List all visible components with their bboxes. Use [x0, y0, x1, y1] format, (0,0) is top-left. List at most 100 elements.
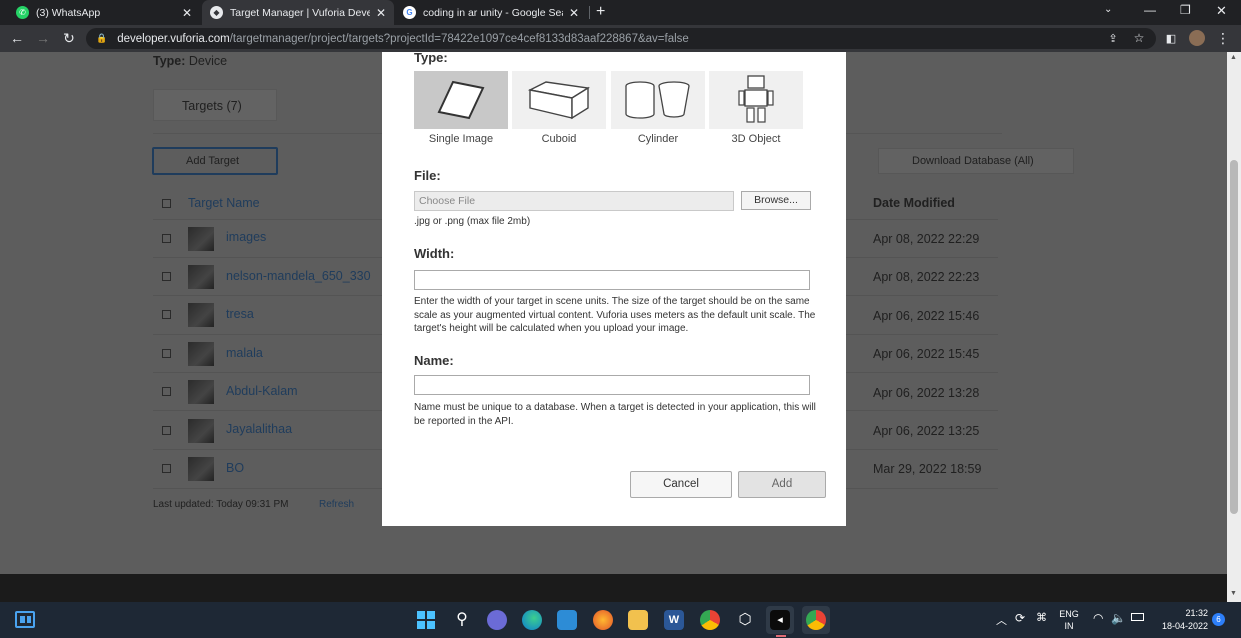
teams-chat-icon[interactable] — [487, 610, 507, 630]
google-icon: G — [403, 6, 416, 19]
menu-icon[interactable]: ⋮ — [1214, 29, 1232, 47]
restore-icon[interactable]: ❐ — [1180, 3, 1191, 17]
tab-whatsapp[interactable]: ✆ (3) WhatsApp ✕ — [8, 0, 200, 25]
row-checkbox[interactable] — [162, 310, 171, 319]
single-image-icon — [437, 80, 485, 120]
row-checkbox[interactable] — [162, 234, 171, 243]
unity-icon[interactable]: ⬡ — [735, 610, 755, 630]
row-checkbox[interactable] — [162, 272, 171, 281]
lock-icon: 🔒 — [96, 33, 108, 43]
add-button[interactable]: Add — [738, 471, 826, 498]
address-bar[interactable]: 🔒 developer.vuforia.com/targetmanager/pr… — [86, 28, 1156, 49]
close-window-icon[interactable]: ✕ — [1216, 3, 1227, 19]
minimize-icon[interactable]: — — [1144, 3, 1156, 17]
scroll-up-icon[interactable]: ▲ — [1230, 54, 1237, 61]
type-label: 3D Object — [731, 133, 781, 145]
download-database-button[interactable]: Download Database (All) — [878, 148, 1074, 174]
target-thumbnail — [188, 265, 214, 289]
target-name-link[interactable]: Jayalalithaa — [226, 422, 292, 436]
unity-hub-icon[interactable]: ◂ — [770, 610, 790, 630]
network-app-icon[interactable]: ⌘ — [1036, 611, 1047, 624]
scrollbar-thumb[interactable] — [1230, 160, 1238, 514]
cancel-button[interactable]: Cancel — [630, 471, 732, 498]
browser-toolbar: ← → ↻ 🔒 developer.vuforia.com/targetmana… — [0, 25, 1241, 52]
language-top[interactable]: ENG — [1056, 609, 1082, 619]
back-icon[interactable]: ← — [8, 29, 26, 47]
wifi-icon[interactable]: ◠ — [1093, 611, 1103, 625]
type-label: Cylinder — [637, 133, 679, 145]
bookmark-star-icon[interactable]: ☆ — [1130, 29, 1148, 47]
widgets-icon[interactable] — [15, 611, 35, 628]
chrome-profile-icon[interactable] — [806, 610, 826, 630]
target-name-link[interactable]: Abdul-Kalam — [226, 384, 298, 398]
cuboid-icon — [527, 81, 590, 120]
target-date: Apr 06, 2022 13:25 — [873, 424, 980, 438]
name-input[interactable] — [414, 375, 810, 395]
share-icon[interactable]: ⇪ — [1104, 29, 1122, 47]
row-checkbox[interactable] — [162, 426, 171, 435]
volume-icon[interactable]: 🔈 — [1111, 611, 1126, 625]
target-name-link[interactable]: tresa — [226, 307, 254, 321]
type-heading: Type: — [414, 50, 448, 65]
tab-google[interactable]: G coding in ar unity - Google Searc ✕ — [395, 0, 587, 25]
type-3d-object[interactable] — [709, 71, 803, 129]
sync-icon[interactable]: ⟳ — [1015, 611, 1025, 625]
database-type: Type: Device — [153, 54, 227, 68]
battery-icon[interactable] — [1131, 613, 1144, 621]
type-label: Type: — [153, 54, 186, 68]
tab-title: (3) WhatsApp — [36, 6, 101, 19]
tab-targets[interactable]: Targets (7) — [153, 89, 277, 121]
language-bottom[interactable]: IN — [1056, 621, 1082, 631]
target-name-link[interactable]: malala — [226, 346, 263, 360]
firefox-icon[interactable] — [593, 610, 613, 630]
mail-icon[interactable] — [557, 610, 577, 630]
close-tab-icon[interactable]: ✕ — [182, 6, 192, 20]
type-cylinder[interactable] — [611, 71, 705, 129]
refresh-link[interactable]: Refresh — [319, 499, 354, 510]
row-checkbox[interactable] — [162, 464, 171, 473]
edge-icon[interactable] — [522, 610, 542, 630]
target-name-link[interactable]: BO — [226, 461, 244, 475]
tab-vuforia[interactable]: ◆ Target Manager | Vuforia Develop ✕ — [202, 0, 394, 25]
add-target-button[interactable]: Add Target — [152, 147, 278, 175]
add-target-dialog: Type: Single Image Cuboid Cylinder 3D Ob… — [382, 50, 846, 526]
row-checkbox[interactable] — [162, 387, 171, 396]
reload-icon[interactable]: ↻ — [60, 29, 78, 47]
notification-badge[interactable]: 6 — [1212, 613, 1225, 626]
3d-object-icon — [738, 75, 774, 123]
target-thumbnail — [188, 303, 214, 327]
type-cuboid[interactable] — [512, 71, 606, 129]
tab-title: coding in ar unity - Google Searc — [423, 6, 563, 19]
target-name-link[interactable]: images — [226, 230, 266, 244]
start-icon[interactable] — [416, 610, 436, 630]
select-all-checkbox[interactable] — [162, 199, 171, 208]
clock-time[interactable]: 21:32 — [1152, 608, 1208, 618]
new-tab-button[interactable]: + — [596, 3, 605, 21]
forward-icon[interactable]: → — [34, 29, 52, 47]
file-explorer-icon[interactable] — [628, 610, 648, 630]
width-input[interactable] — [414, 270, 810, 290]
column-target-name[interactable]: Target Name — [188, 196, 260, 210]
tab-search-icon[interactable]: ⌄ — [1104, 4, 1112, 15]
profile-avatar[interactable] — [1188, 29, 1206, 47]
chrome-icon[interactable] — [700, 610, 720, 630]
row-checkbox[interactable] — [162, 349, 171, 358]
scroll-down-icon[interactable]: ▼ — [1230, 590, 1237, 597]
page-scrollbar[interactable]: ▲ ▼ — [1227, 52, 1241, 602]
search-icon[interactable]: ⚲ — [452, 610, 472, 630]
target-date: Apr 08, 2022 22:23 — [873, 270, 980, 284]
column-date-modified[interactable]: Date Modified — [873, 196, 955, 210]
clock-date[interactable]: 18-04-2022 — [1152, 621, 1208, 631]
type-label: Cuboid — [541, 133, 577, 145]
browse-button[interactable]: Browse... — [741, 191, 811, 210]
target-thumbnail — [188, 227, 214, 251]
side-panel-icon[interactable]: ◧ — [1162, 29, 1180, 47]
file-input[interactable]: Choose File — [414, 191, 734, 211]
show-hidden-icons-icon[interactable]: ︿ — [996, 612, 1007, 628]
target-name-link[interactable]: nelson-mandela_650_330 — [226, 269, 371, 283]
close-tab-icon[interactable]: ✕ — [376, 6, 386, 20]
width-hint: Enter the width of your target in scene … — [414, 296, 816, 334]
word-icon[interactable]: W — [664, 610, 684, 630]
type-single-image[interactable] — [414, 71, 508, 129]
close-tab-icon[interactable]: ✕ — [569, 6, 579, 20]
